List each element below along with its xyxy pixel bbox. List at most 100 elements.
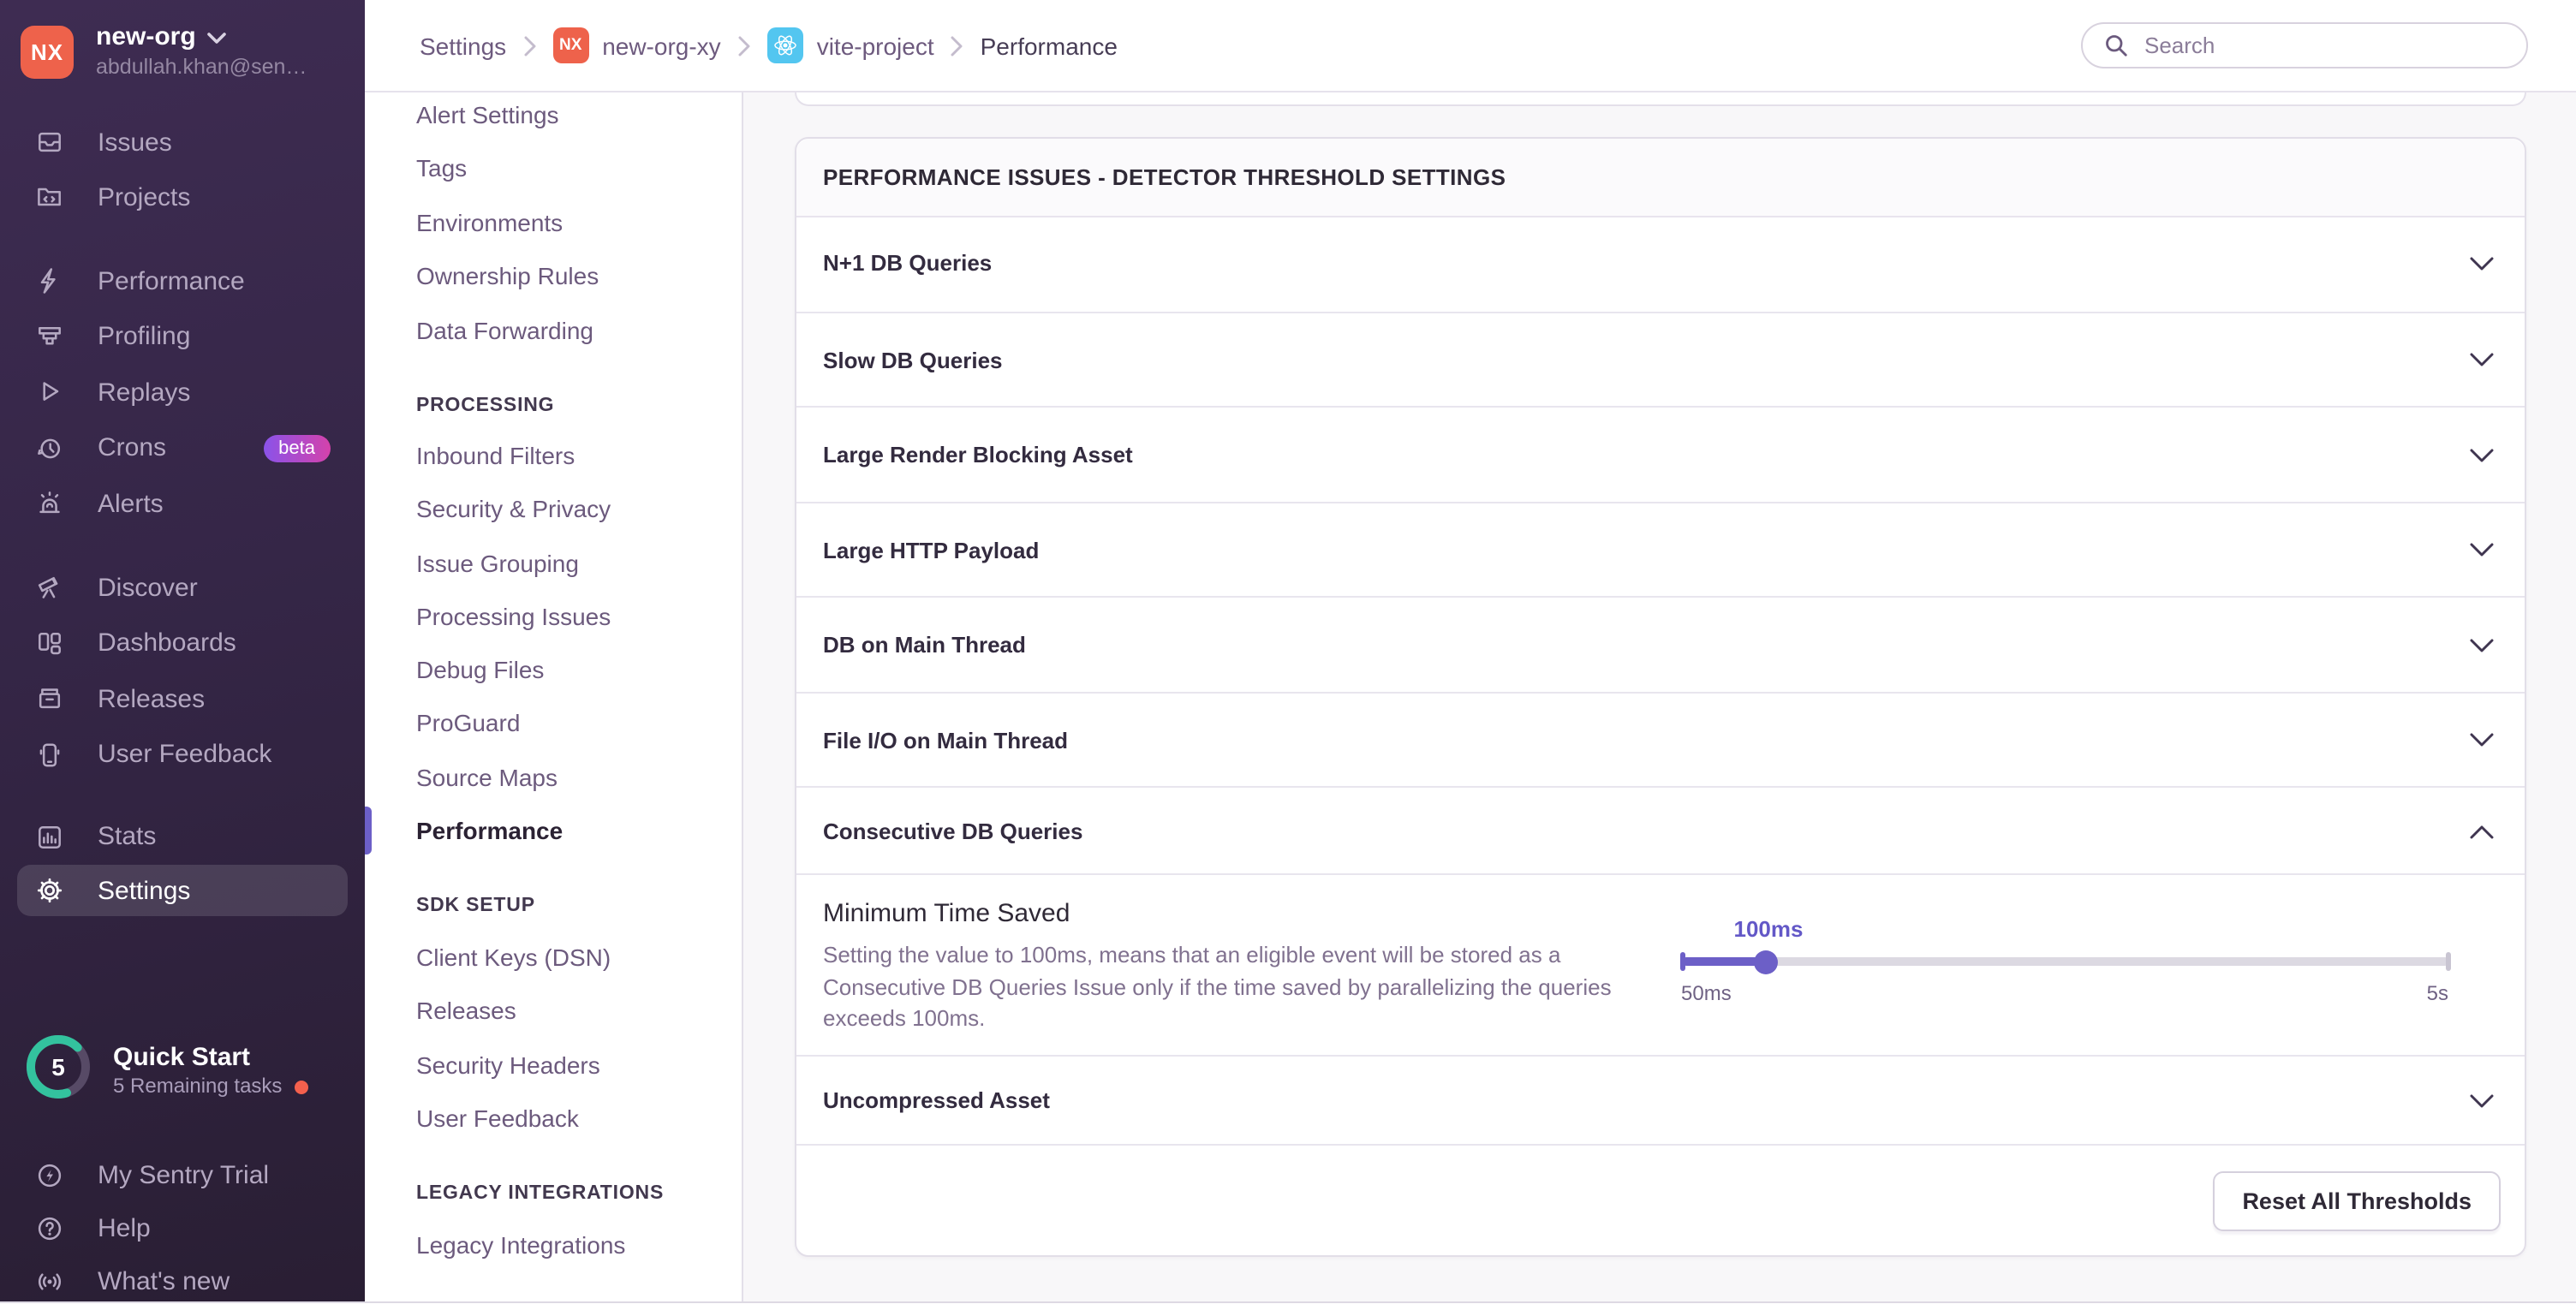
broadcast-icon bbox=[34, 1265, 65, 1296]
subnav-item-legacy-integrations[interactable]: Legacy Integrations bbox=[365, 1221, 741, 1269]
sidebar-item-label: What's new bbox=[98, 1266, 230, 1295]
sidebar-item-projects[interactable]: Projects bbox=[17, 171, 348, 223]
subnav-item-security-headers[interactable]: Security Headers bbox=[365, 1040, 741, 1088]
org-name: new-org bbox=[96, 22, 196, 53]
sidebar-item-stats[interactable]: Stats bbox=[17, 811, 348, 862]
subnav-item-client-keys[interactable]: Client Keys (DSN) bbox=[365, 933, 741, 981]
sidebar-item-profiling[interactable]: Profiling bbox=[17, 311, 348, 362]
reset-all-thresholds-button[interactable]: Reset All Thresholds bbox=[2213, 1171, 2501, 1231]
row-n-plus-one-db-queries[interactable]: N+1 DB Queries bbox=[796, 216, 2525, 311]
sidebar-item-label: My Sentry Trial bbox=[98, 1160, 269, 1189]
slider-value-label: 100ms bbox=[1703, 916, 1834, 942]
subnav-section-sdk-setup: SDK SETUP bbox=[365, 885, 741, 926]
sidebar-item-replays[interactable]: Replays bbox=[17, 366, 348, 418]
react-logo-icon bbox=[767, 27, 803, 63]
row-consecutive-db-queries[interactable]: Consecutive DB Queries bbox=[796, 786, 2525, 875]
sidebar-item-discover[interactable]: Discover bbox=[17, 562, 348, 613]
subnav-item-processing-issues[interactable]: Processing Issues bbox=[365, 592, 741, 640]
sidebar-item-performance[interactable]: Performance bbox=[17, 255, 348, 307]
chevron-down-icon bbox=[2470, 449, 2494, 462]
quick-start-progress-ring: 5 bbox=[24, 1033, 92, 1110]
subnav-item-issue-grouping[interactable]: Issue Grouping bbox=[365, 539, 741, 587]
sidebar-item-crons[interactable]: Crons beta bbox=[17, 422, 348, 473]
breadcrumb-settings[interactable]: Settings bbox=[420, 32, 506, 59]
sidebar-item-label: Discover bbox=[98, 573, 198, 602]
subnav-item-performance[interactable]: Performance bbox=[365, 807, 741, 854]
sidebar-item-user-feedback[interactable]: User Feedback bbox=[17, 729, 348, 780]
subnav-item-source-maps[interactable]: Source Maps bbox=[365, 753, 741, 801]
primary-sidebar: NX new-org abdullah.khan@sen… Issues Pro… bbox=[0, 0, 365, 1310]
row-file-io-on-main-thread[interactable]: File I/O on Main Thread bbox=[796, 691, 2525, 788]
org-badge: NX bbox=[552, 27, 588, 63]
sidebar-item-issues[interactable]: Issues bbox=[17, 116, 348, 168]
subnav-item-releases[interactable]: Releases bbox=[365, 986, 741, 1034]
flamegraph-icon bbox=[34, 321, 65, 352]
breadcrumb: Settings NX new-org-xy vite-project Perf… bbox=[365, 27, 1118, 63]
subnav-item-security-privacy[interactable]: Security & Privacy bbox=[365, 485, 741, 533]
chevron-down-icon bbox=[2470, 734, 2494, 747]
search-input[interactable] bbox=[2141, 31, 2506, 60]
consecutive-db-queries-detail: Minimum Time Saved Setting the value to … bbox=[796, 873, 2525, 1056]
row-large-http-payload[interactable]: Large HTTP Payload bbox=[796, 501, 2525, 598]
previous-panel-stub bbox=[794, 91, 2526, 106]
subnav-item-ownership-rules[interactable]: Ownership Rules bbox=[365, 252, 741, 300]
row-large-render-blocking-asset[interactable]: Large Render Blocking Asset bbox=[796, 406, 2525, 503]
projects-icon bbox=[34, 182, 65, 212]
sidebar-item-alerts[interactable]: Alerts bbox=[17, 478, 348, 529]
bar-chart-icon bbox=[34, 821, 65, 852]
subnav-item-inbound-filters[interactable]: Inbound Filters bbox=[365, 432, 741, 479]
row-uncompressed-asset[interactable]: Uncompressed Asset bbox=[796, 1054, 2525, 1146]
row-label: Consecutive DB Queries bbox=[823, 819, 1082, 844]
breadcrumb-org[interactable]: NX new-org-xy bbox=[552, 27, 721, 63]
subnav-item-data-forwarding[interactable]: Data Forwarding bbox=[365, 306, 741, 354]
slider-max-label: 5s bbox=[1681, 981, 2448, 1005]
sidebar-item-label: Performance bbox=[98, 266, 245, 295]
sidebar-item-settings[interactable]: Settings bbox=[17, 865, 348, 916]
panel-footer: Reset All Thresholds bbox=[796, 1144, 2525, 1258]
row-db-on-main-thread[interactable]: DB on Main Thread bbox=[796, 596, 2525, 693]
feedback-phone-icon bbox=[34, 739, 65, 770]
row-slow-db-queries[interactable]: Slow DB Queries bbox=[796, 311, 2525, 408]
subnav-item-alert-settings[interactable]: Alert Settings bbox=[365, 91, 741, 139]
sidebar-item-dashboards[interactable]: Dashboards bbox=[17, 617, 348, 669]
clock-icon bbox=[34, 432, 65, 463]
subnav-section-processing: PROCESSING bbox=[365, 385, 741, 426]
subnav-item-proguard[interactable]: ProGuard bbox=[365, 699, 741, 747]
lightning-icon bbox=[34, 265, 65, 296]
sidebar-item-releases[interactable]: Releases bbox=[17, 673, 348, 724]
org-switcher[interactable]: NX new-org abdullah.khan@sen… bbox=[21, 22, 307, 80]
sidebar-item-label: Help bbox=[98, 1214, 151, 1243]
quick-start[interactable]: 5 Quick Start 5 Remaining tasks bbox=[17, 1033, 314, 1110]
breadcrumb-project[interactable]: vite-project bbox=[767, 27, 934, 63]
quick-start-count: 5 bbox=[51, 1054, 65, 1081]
quick-start-title: Quick Start bbox=[113, 1043, 307, 1074]
org-email: abdullah.khan@sen… bbox=[96, 53, 307, 80]
sidebar-item-help[interactable]: Help bbox=[17, 1203, 348, 1254]
quick-start-subtitle: 5 Remaining tasks bbox=[113, 1074, 282, 1099]
archive-box-icon bbox=[34, 683, 65, 714]
subnav-item-environments[interactable]: Environments bbox=[365, 198, 741, 246]
subnav-item-tags[interactable]: Tags bbox=[365, 144, 741, 192]
threshold-slider[interactable] bbox=[1681, 957, 2448, 966]
settings-subnav: Alert Settings Tags Environments Ownersh… bbox=[365, 91, 742, 1310]
breadcrumb-performance[interactable]: Performance bbox=[981, 32, 1118, 59]
sidebar-item-label: Settings bbox=[98, 876, 190, 905]
bolt-circle-icon bbox=[34, 1159, 65, 1190]
chevron-down-icon bbox=[208, 32, 227, 44]
chevron-down-icon bbox=[2470, 354, 2494, 367]
slider-handle[interactable] bbox=[1754, 950, 1778, 974]
sidebar-item-whats-new[interactable]: What's new bbox=[17, 1255, 348, 1307]
subnav-item-user-feedback[interactable]: User Feedback bbox=[365, 1093, 741, 1141]
sidebar-item-label: Replays bbox=[98, 378, 190, 407]
row-label: Large HTTP Payload bbox=[823, 538, 1039, 563]
search-box[interactable] bbox=[2081, 22, 2528, 68]
subnav-item-debug-files[interactable]: Debug Files bbox=[365, 646, 741, 694]
row-label: DB on Main Thread bbox=[823, 633, 1026, 658]
question-circle-icon bbox=[34, 1213, 65, 1244]
setting-description: Setting the value to 100ms, means that a… bbox=[823, 940, 1631, 1035]
row-label: Large Render Blocking Asset bbox=[823, 443, 1133, 468]
detector-threshold-panel: PERFORMANCE ISSUES - DETECTOR THRESHOLD … bbox=[794, 137, 2526, 1256]
sidebar-item-my-sentry-trial[interactable]: My Sentry Trial bbox=[17, 1149, 348, 1200]
breadcrumb-separator-icon bbox=[523, 35, 535, 56]
sidebar-item-label: Releases bbox=[98, 684, 205, 713]
